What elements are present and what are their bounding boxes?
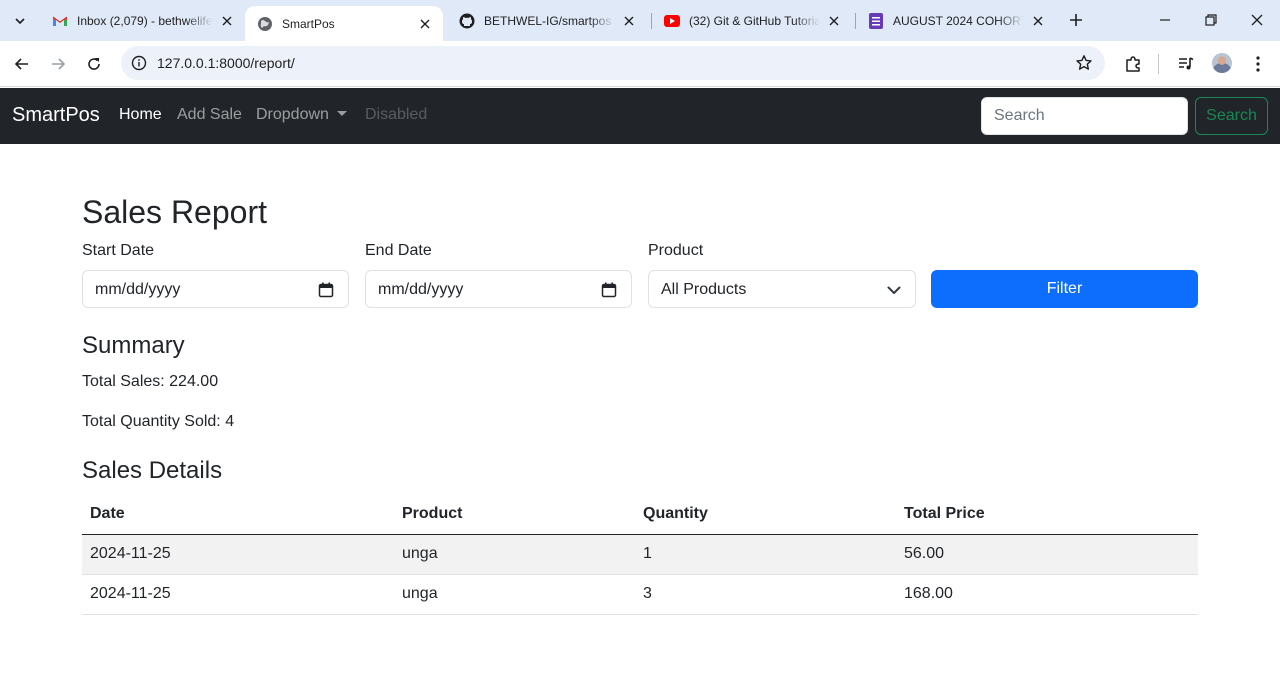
bookmark-star-icon[interactable] (1075, 54, 1093, 72)
column-header-quantity: Quantity (635, 494, 896, 535)
navbar-search-input[interactable] (981, 97, 1188, 135)
cell-product: unga (394, 574, 635, 615)
column-header-total-price: Total Price (896, 494, 1198, 535)
table-header-row: Date Product Quantity Total Price (82, 494, 1198, 535)
end-date-label: End Date (365, 242, 432, 259)
total-sales: Total Sales: 224.00 (82, 373, 219, 390)
site-info-icon[interactable] (129, 53, 149, 73)
cell-total-price: 56.00 (896, 534, 1198, 575)
window-close-icon[interactable] (1234, 6, 1280, 34)
youtube-icon (664, 13, 680, 29)
filter-button[interactable]: Filter (931, 270, 1198, 308)
nav-link-home[interactable]: Home (119, 106, 162, 124)
url-text: 127.0.0.1:8000/report/ (157, 55, 295, 71)
end-date-input[interactable]: mm/dd/yyyy (365, 270, 632, 308)
nav-dropdown-label: Dropdown (256, 106, 329, 123)
app-navbar: SmartPos Home Add Sale Dropdown Disabled… (0, 88, 1280, 144)
restore-icon[interactable] (1188, 6, 1234, 34)
product-label: Product (648, 242, 704, 259)
github-icon (459, 13, 475, 29)
browser-tab-github[interactable]: BETHWEL-IG/smartpos (447, 6, 647, 36)
browser-toolbar: 127.0.0.1:8000/report/ (0, 41, 1280, 87)
cell-date: 2024-11-25 (82, 534, 394, 575)
nav-link-disabled: Disabled (365, 106, 428, 123)
navbar-brand[interactable]: SmartPos (12, 104, 100, 127)
cell-total-price: 168.00 (896, 574, 1198, 615)
start-date-input[interactable]: mm/dd/yyyy (82, 270, 349, 308)
tab-search-icon[interactable] (6, 7, 34, 35)
summary-heading: Summary (82, 332, 185, 359)
caret-down-icon (336, 111, 347, 116)
end-date-value: mm/dd/yyyy (378, 281, 464, 298)
chevron-down-icon (887, 283, 901, 297)
start-date-label: Start Date (82, 242, 155, 259)
forward-icon[interactable] (44, 50, 72, 78)
page-title: Sales Report (82, 194, 267, 230)
cell-quantity: 1 (635, 534, 896, 575)
close-icon[interactable] (621, 13, 637, 29)
media-control-icon[interactable] (1174, 52, 1198, 76)
profile-avatar[interactable] (1212, 53, 1232, 73)
forms-icon (868, 13, 884, 29)
cell-date: 2024-11-25 (82, 574, 394, 615)
extensions-icon[interactable] (1121, 52, 1145, 76)
cell-product: unga (394, 534, 635, 575)
table-row: 2024-11-25 unga 3 168.00 (82, 574, 1198, 615)
close-icon[interactable] (219, 13, 235, 29)
calendar-icon[interactable] (601, 282, 617, 298)
cell-quantity: 3 (635, 574, 896, 615)
total-quantity: Total Quantity Sold: 4 (82, 413, 235, 430)
reload-icon[interactable] (80, 50, 108, 78)
browser-tab-gmail[interactable]: Inbox (2,079) - bethwelife (40, 6, 245, 36)
toolbar-divider (1158, 54, 1159, 74)
start-date-value: mm/dd/yyyy (95, 281, 181, 298)
gmail-icon (52, 13, 68, 29)
sales-details-heading: Sales Details (82, 457, 223, 484)
sales-details-table: Date Product Quantity Total Price 2024-1… (82, 494, 1198, 615)
product-select[interactable]: All Products (648, 270, 916, 308)
tab-label: BETHWEL-IG/smartpos (484, 14, 612, 28)
browser-tab-smartpos[interactable]: SmartPos (245, 6, 443, 41)
product-select-value: All Products (661, 281, 747, 298)
browser-tabstrip: Inbox (2,079) - bethwelife SmartPos BETH… (0, 0, 1280, 41)
more-menu-icon[interactable] (1246, 52, 1270, 76)
nav-link-add-sale[interactable]: Add Sale (177, 106, 242, 124)
tab-label: SmartPos (282, 16, 335, 31)
table-row: 2024-11-25 unga 1 56.00 (82, 534, 1198, 575)
close-icon[interactable] (1030, 13, 1046, 29)
column-header-product: Product (394, 494, 635, 535)
navbar-search-button[interactable]: Search (1195, 97, 1268, 135)
minimize-icon[interactable] (1142, 6, 1188, 34)
tab-label: (32) Git & GitHub Tutorial (689, 14, 820, 28)
close-icon[interactable] (417, 16, 433, 32)
tab-label: Inbox (2,079) - bethwelife (77, 14, 213, 28)
new-tab-icon[interactable] (1064, 8, 1088, 32)
close-icon[interactable] (826, 13, 842, 29)
address-bar[interactable]: 127.0.0.1:8000/report/ (121, 46, 1105, 80)
calendar-icon[interactable] (318, 282, 334, 298)
browser-tab-youtube[interactable]: (32) Git & GitHub Tutorial (652, 6, 852, 36)
back-icon[interactable] (8, 50, 36, 78)
tab-label: AUGUST 2024 COHORT (893, 14, 1024, 28)
nav-dropdown[interactable]: Dropdown (256, 106, 347, 124)
globe-icon (257, 16, 273, 32)
column-header-date: Date (82, 494, 394, 535)
browser-tab-forms[interactable]: AUGUST 2024 COHORT (856, 6, 1056, 36)
